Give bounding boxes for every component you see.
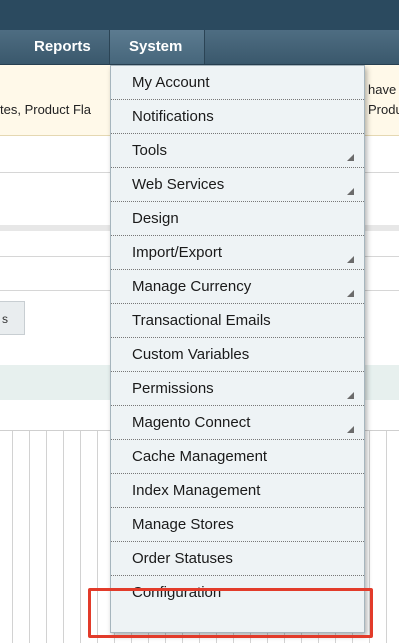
menu-item-label: Manage Currency xyxy=(132,278,252,295)
menu-item-transactional-emails[interactable]: Transactional Emails xyxy=(111,304,364,338)
page-tab[interactable]: s xyxy=(0,301,25,335)
notice-text-right-1: have xyxy=(368,82,397,97)
menu-item-manage-stores[interactable]: Manage Stores xyxy=(111,508,364,542)
menu-item-order-statuses[interactable]: Order Statuses xyxy=(111,542,364,576)
submenu-arrow-icon xyxy=(347,426,354,433)
nav-system[interactable]: System xyxy=(110,30,205,64)
menu-item-notifications[interactable]: Notifications xyxy=(111,100,364,134)
menu-item-label: Manage Stores xyxy=(132,516,234,533)
menu-item-label: Import/Export xyxy=(132,244,223,261)
menu-item-tools[interactable]: Tools xyxy=(111,134,364,168)
submenu-arrow-icon xyxy=(347,256,354,263)
menu-item-cache-management[interactable]: Cache Management xyxy=(111,440,364,474)
menu-item-import-export[interactable]: Import/Export xyxy=(111,236,364,270)
menu-item-label: Notifications xyxy=(132,108,214,125)
submenu-arrow-icon xyxy=(347,392,354,399)
menu-item-label: Cache Management xyxy=(132,448,268,465)
menu-item-index-management[interactable]: Index Management xyxy=(111,474,364,508)
nav-reports[interactable]: Reports xyxy=(0,30,110,64)
menu-item-label: Transactional Emails xyxy=(132,312,271,329)
menu-item-magento-connect[interactable]: Magento Connect xyxy=(111,406,364,440)
menu-item-label: Tools xyxy=(132,142,168,159)
menu-item-label: Design xyxy=(132,210,179,227)
menu-item-web-services[interactable]: Web Services xyxy=(111,168,364,202)
menu-item-label: My Account xyxy=(132,74,210,91)
menu-item-custom-variables[interactable]: Custom Variables xyxy=(111,338,364,372)
submenu-arrow-icon xyxy=(347,188,354,195)
menu-item-label: Custom Variables xyxy=(132,346,250,363)
menu-item-manage-currency[interactable]: Manage Currency xyxy=(111,270,364,304)
notice-text-left: tes, Product Fla xyxy=(0,102,92,117)
top-header-strip xyxy=(0,0,399,30)
menu-item-label: Permissions xyxy=(132,380,214,397)
menu-item-label: Magento Connect xyxy=(132,414,251,431)
configuration-highlight-box xyxy=(88,588,373,638)
menu-item-permissions[interactable]: Permissions xyxy=(111,372,364,406)
submenu-arrow-icon xyxy=(347,290,354,297)
menu-item-label: Order Statuses xyxy=(132,550,233,567)
notice-text-right-2: Produ xyxy=(368,102,399,117)
submenu-arrow-icon xyxy=(347,154,354,161)
menu-item-my-account[interactable]: My Account xyxy=(111,66,364,100)
menu-item-label: Index Management xyxy=(132,482,261,499)
menu-item-label: Web Services xyxy=(132,176,225,193)
menu-item-design[interactable]: Design xyxy=(111,202,364,236)
system-dropdown-menu: My Account Notifications Tools Web Services… xyxy=(110,65,365,633)
